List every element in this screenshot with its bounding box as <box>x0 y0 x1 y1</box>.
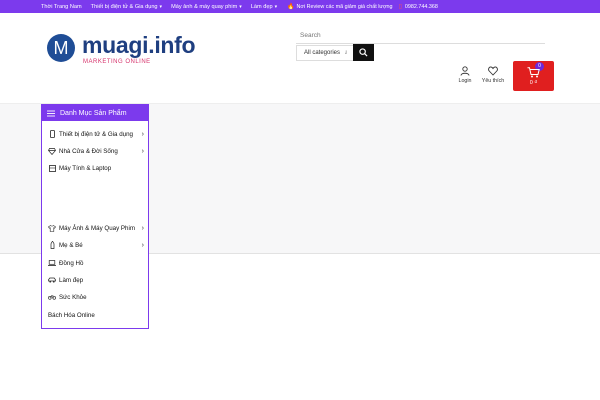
category-item-label: Sức Khỏe <box>59 293 87 301</box>
top-nav-label: Thời Trang Nam <box>41 3 82 10</box>
fire-icon: 🔥 <box>287 4 295 10</box>
category-item-label: Đồng Hồ <box>59 259 84 267</box>
bottle-icon <box>48 241 56 249</box>
category-item-beauty[interactable]: Làm đẹp <box>48 274 146 286</box>
logo-name[interactable]: muagi.info <box>82 32 196 59</box>
category-menu-header[interactable]: Danh Mục Sản Phẩm <box>42 105 148 121</box>
select-arrows-icon: ⇃ <box>344 50 349 56</box>
category-item-label: Máy Ảnh & Máy Quay Phim <box>59 224 135 232</box>
top-nav-item-beauty[interactable]: Làm đẹp ▾ <box>251 4 277 10</box>
category-item-cameras[interactable]: Máy Ảnh & Máy Quay Phim › <box>48 222 146 234</box>
diamond-icon <box>48 147 56 155</box>
chevron-right-icon: › <box>141 130 144 138</box>
monitor-icon <box>48 164 56 172</box>
category-item-home[interactable]: Nhà Cửa & Đời Sống › <box>48 145 146 157</box>
top-nav-item-electronics[interactable]: Thiết bị điện tử & Gia dụng ▾ <box>91 4 162 10</box>
top-nav-label: Thiết bị điện tử & Gia dụng <box>90 3 158 10</box>
promo-bar: 🔥 Nơi Review các mã giảm giá chất lượng … <box>287 0 438 13</box>
top-nav-item-cameras[interactable]: Máy ảnh & máy quay phim ▾ <box>171 4 242 10</box>
category-menu: Danh Mục Sản Phẩm Thiết bị điện tử & Gia… <box>41 104 149 329</box>
category-item-label: Máy Tính & Laptop <box>59 164 112 172</box>
category-item-computers[interactable]: Máy Tính & Laptop <box>48 162 146 174</box>
category-select[interactable]: All categories ⇃ <box>296 45 353 61</box>
chevron-right-icon: › <box>141 241 144 249</box>
category-item-electronics[interactable]: Thiết bị điện tử & Gia dụng › <box>48 128 146 140</box>
chevron-right-icon: › <box>141 224 144 232</box>
chevron-down-icon: ▾ <box>159 3 163 10</box>
bike-icon <box>48 294 56 300</box>
top-nav-label: Máy ảnh & máy quay phim <box>171 3 238 10</box>
wishlist-label: Yêu thích <box>481 78 505 84</box>
logo-mark[interactable]: M <box>47 34 75 62</box>
laptop-icon <box>48 260 56 266</box>
category-item-grocery[interactable]: Bách Hóa Online <box>48 309 146 321</box>
phone-icon: ▯ <box>398 4 402 10</box>
wishlist-link[interactable]: Yêu thích <box>481 66 505 84</box>
phone-icon <box>48 130 56 138</box>
search-input[interactable] <box>296 28 545 44</box>
category-menu-title: Danh Mục Sản Phẩm <box>60 109 127 117</box>
chevron-down-icon: ▾ <box>239 3 242 10</box>
top-nav-item-fashion[interactable]: Thời Trang Nam <box>41 4 82 10</box>
top-nav-label: Làm đẹp <box>250 3 273 10</box>
promo-text: Nơi Review các mã giảm giá chất lượng <box>296 3 393 10</box>
login-label: Login <box>458 78 472 84</box>
search-icon <box>359 48 368 57</box>
search-button[interactable] <box>353 44 374 61</box>
category-item-watches[interactable]: Đồng Hồ <box>48 257 146 269</box>
cart-total: 0 ₫ <box>529 80 538 86</box>
top-bar: Thời Trang Nam Thiết bị điện tử & Gia dụ… <box>0 0 600 13</box>
category-select-value: All categories <box>304 50 341 56</box>
category-item-label: Bách Hóa Online <box>48 311 95 319</box>
category-item-label: Làm đẹp <box>59 276 84 284</box>
category-item-label: Nhà Cửa & Đời Sống <box>59 147 118 155</box>
cart-icon <box>527 67 540 78</box>
chevron-down-icon: ▾ <box>274 3 278 10</box>
login-link[interactable]: Login <box>453 66 477 84</box>
heart-icon <box>488 66 498 76</box>
user-icon <box>460 66 470 76</box>
shirt-icon <box>48 224 56 232</box>
category-item-health[interactable]: Sức Khỏe <box>48 291 146 303</box>
phone-number[interactable]: 0982.744.368 <box>405 4 438 10</box>
cart-button[interactable]: 0 0 ₫ <box>513 61 554 91</box>
top-nav: Thời Trang Nam Thiết bị điện tử & Gia dụ… <box>41 0 286 13</box>
logo-tagline: MARKETING ONLINE <box>83 59 151 65</box>
chevron-right-icon: › <box>141 147 144 155</box>
category-item-label: Thiết bị điện tử & Gia dụng <box>59 130 133 138</box>
menu-icon <box>47 110 55 116</box>
category-item-mom-baby[interactable]: Mẹ & Bé › <box>48 239 146 251</box>
category-item-label: Mẹ & Bé <box>59 241 83 249</box>
car-icon <box>48 277 56 283</box>
